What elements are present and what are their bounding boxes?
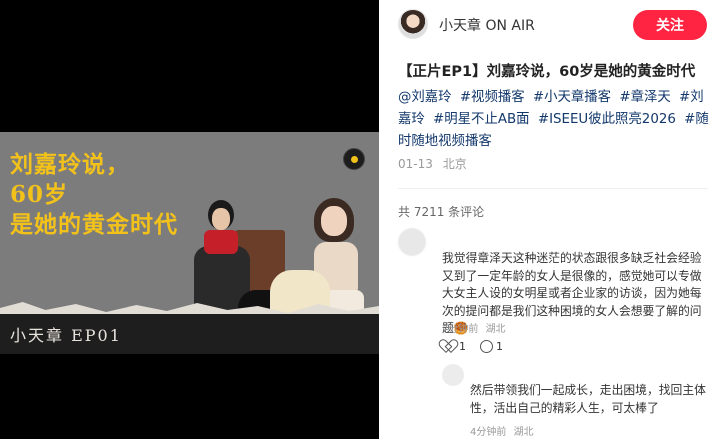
divider <box>398 188 708 189</box>
post-date: 01-13 <box>398 157 433 171</box>
reply-meta: 4分钟前 湖北 <box>470 423 538 438</box>
reply-text: 然后带领我们一起成长，走出困境，找回主体性，活出自己的精彩人生，可太棒了 <box>470 383 706 415</box>
commenter-avatar[interactable] <box>398 228 426 256</box>
comment-bubble-icon <box>480 340 493 353</box>
reply-location: 湖北 <box>513 427 534 438</box>
reply-item: 然后带领我们一起成长，走出困境，找回主体性，活出自己的精彩人生，可太棒了 4分钟… <box>379 362 719 439</box>
tag-link[interactable]: #明星不止AB面 <box>433 112 530 127</box>
episode-label: 小天章 EP01 <box>10 326 122 345</box>
like-count: 1 <box>459 340 466 353</box>
tag-link[interactable]: #视频播客 <box>460 90 525 105</box>
tag-link[interactable]: #小天章播客 <box>533 90 611 105</box>
comment-actions: 1 1 <box>442 340 503 353</box>
replier-avatar[interactable] <box>442 364 464 386</box>
post-location: 北京 <box>442 157 467 171</box>
video-cover-image[interactable]: 刘嘉玲说， 60岁 是她的黄金时代 小天章 EP01 <box>0 132 379 354</box>
comment-meta: 7分钟前 湖北 <box>442 320 510 335</box>
tag-link[interactable]: #章泽天 <box>619 90 670 105</box>
post-title: 【正片EP1】刘嘉玲说，60岁是她的黄金时代 <box>398 64 696 80</box>
cover-title-line-3: 是她的黄金时代 <box>10 211 178 238</box>
author-avatar[interactable] <box>398 9 428 39</box>
reply-time: 4分钟前 <box>470 427 507 438</box>
tag-link[interactable]: #ISEEU彼此照亮2026 <box>538 112 676 127</box>
heart-icon <box>442 340 456 353</box>
brand-logo-icon <box>343 148 365 170</box>
post-meta: 01-13 北京 <box>398 155 473 172</box>
follow-button[interactable]: 关注 <box>633 10 707 40</box>
comment-time: 7分钟前 <box>442 324 479 335</box>
comment-count: 共 7211 条评论 <box>398 205 485 219</box>
tag-link[interactable]: @刘嘉玲 <box>398 90 452 105</box>
comment-location: 湖北 <box>485 324 506 335</box>
post-tags: @刘嘉玲 #视频播客 #小天章播客 #章泽天 #刘嘉玲 #明星不止AB面 #IS… <box>398 87 714 153</box>
cover-title-line-2: 60岁 <box>10 181 69 208</box>
cover-title: 刘嘉玲说， 60岁 是她的黄金时代 <box>10 150 178 240</box>
like-button[interactable]: 1 <box>442 340 466 353</box>
video-player[interactable]: 刘嘉玲说， 60岁 是她的黄金时代 小天章 EP01 <box>0 0 379 439</box>
author-name[interactable]: 小天章 ON AIR <box>439 15 535 35</box>
cover-title-line-1: 刘嘉玲说， <box>10 151 130 178</box>
reply-count: 1 <box>496 340 503 353</box>
author-row: 小天章 ON AIR 关注 <box>379 0 719 48</box>
reply-button[interactable]: 1 <box>480 340 503 353</box>
post-detail-panel: 小天章 ON AIR 关注 【正片EP1】刘嘉玲说，60岁是她的黄金时代 @刘嘉… <box>379 0 719 439</box>
